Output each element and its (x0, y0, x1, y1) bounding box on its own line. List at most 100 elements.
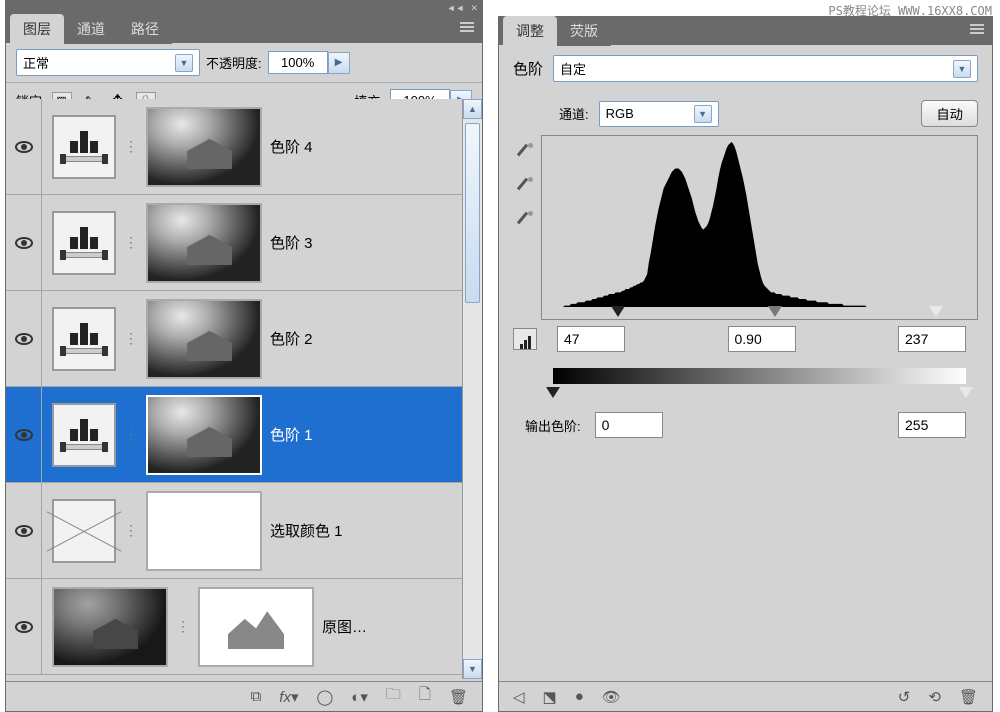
link-layers-icon[interactable]: ⧉ (251, 688, 262, 705)
visibility-icon[interactable]: 👁 (602, 688, 621, 706)
scroll-down-icon[interactable]: ▼ (463, 659, 482, 679)
panel-titlebar: ◄◄ ✕ (6, 1, 482, 15)
preset-select[interactable]: 自定 ▼ (553, 55, 978, 82)
levels-title: 色阶 (513, 58, 543, 79)
tab-adjust[interactable]: 调整 (503, 16, 557, 46)
back-icon[interactable]: ◁ (513, 688, 525, 706)
histogram-area (499, 131, 992, 320)
mask-thumbnail[interactable] (146, 203, 262, 283)
visibility-toggle-icon[interactable] (15, 333, 33, 345)
blend-mode-select[interactable]: 正常 ▼ (16, 49, 200, 76)
selective-color-adj-icon (52, 499, 116, 563)
watermark: PS教程论坛 WWW.16XX8.COM (828, 2, 992, 19)
scroll-thumb[interactable] (465, 123, 480, 303)
levels-header: 色阶 自定 ▼ (499, 45, 992, 92)
scrollbar[interactable]: ▲ ▼ (462, 99, 482, 679)
fx-icon[interactable]: fx▾ (279, 688, 298, 706)
layer-name-label[interactable]: 色阶 4 (270, 136, 313, 157)
eyedropper-black-icon[interactable] (513, 143, 533, 163)
tab-paths[interactable]: 路径 (118, 14, 172, 44)
new-layer-icon[interactable]: 🗋 (419, 684, 431, 709)
eyedropper-white-icon[interactable] (513, 211, 533, 231)
output-black-field[interactable] (595, 412, 663, 438)
input-gamma-field[interactable] (728, 326, 796, 352)
link-icon: ⋮ (124, 234, 138, 251)
mask-thumbnail[interactable] (146, 491, 262, 571)
chevron-down-icon: ▼ (175, 54, 193, 72)
visibility-toggle-icon[interactable] (15, 141, 33, 153)
collapse-icon[interactable]: ◄◄ (447, 3, 465, 13)
input-white-field[interactable] (898, 326, 966, 352)
output-white-field[interactable] (898, 412, 966, 438)
visibility-toggle-icon[interactable] (15, 621, 33, 633)
layer-name-label[interactable]: 色阶 2 (270, 328, 313, 349)
adjust-footer: ◁ ⬔ ● 👁 ↺ ⟲ 🗑 (499, 681, 992, 711)
mask-thumbnail[interactable] (146, 299, 262, 379)
blend-row: 正常 ▼ 不透明度: 100% ▶ (6, 43, 482, 83)
visibility-toggle-icon[interactable] (15, 429, 33, 441)
layer-name-label[interactable]: 原图… (322, 616, 367, 637)
link-icon: ⋮ (124, 426, 138, 443)
clip-warning-icon[interactable] (513, 328, 537, 350)
layers-list-area: ⋮ 色阶 4 ⋮ 色阶 3 ⋮色阶 2 ⋮ 色阶 1 ⋮ 选取颜色 1 ⋮ 原图… ▲ ▼ (6, 99, 482, 679)
layers-panel: ◄◄ ✕ 图层 通道 路径 正常 ▼ 不透明度: 100% ▶ 锁定: ▨ ✎ … (5, 0, 483, 712)
black-point-slider[interactable] (611, 306, 625, 317)
link-icon: ⋮ (124, 138, 138, 155)
expand-icon[interactable]: ⬔ (543, 688, 557, 706)
tab-layers[interactable]: 图层 (10, 14, 64, 44)
blend-mode-value: 正常 (23, 53, 49, 72)
layer-row[interactable]: ⋮ 原图… (6, 579, 462, 675)
layers-footer: ⧉ fx▾ ◯ ◐▾ 🗀 🗋 🗑 (6, 681, 482, 711)
opacity-flyout-icon[interactable]: ▶ (328, 52, 350, 74)
mask-icon[interactable]: ◯ (316, 688, 333, 706)
white-point-slider[interactable] (929, 306, 943, 317)
trash-icon[interactable]: 🗑 (959, 688, 978, 706)
layer-row[interactable]: ⋮色阶 2 (6, 291, 462, 387)
clip-icon[interactable]: ● (575, 688, 584, 706)
input-black-field[interactable] (557, 326, 625, 352)
output-black-slider[interactable] (546, 387, 560, 398)
channel-label: 通道: (559, 104, 589, 123)
channel-select[interactable]: RGB ▼ (599, 101, 719, 127)
layer-row[interactable]: ⋮ 色阶 1 (6, 387, 462, 483)
trash-icon[interactable]: 🗑 (449, 688, 468, 706)
link-icon: ⋮ (124, 522, 138, 539)
levels-adj-icon (52, 403, 116, 467)
visibility-toggle-icon[interactable] (15, 525, 33, 537)
channel-value: RGB (606, 106, 634, 121)
opacity-label: 不透明度: (206, 53, 262, 72)
adjust-tabs: 调整 荧版 (499, 17, 992, 45)
layer-thumbnail[interactable] (52, 587, 168, 667)
histogram (541, 135, 978, 320)
tab-channels[interactable]: 通道 (64, 14, 118, 44)
tab-masks[interactable]: 荧版 (557, 16, 611, 46)
prev-state-icon[interactable]: ↺ (898, 688, 911, 706)
mask-thumbnail[interactable] (146, 395, 262, 475)
output-gradient[interactable] (553, 368, 966, 384)
opacity-input[interactable]: 100% (268, 51, 328, 74)
mask-thumbnail[interactable] (146, 107, 262, 187)
mask-thumbnail[interactable] (198, 587, 314, 667)
layer-row[interactable]: ⋮ 色阶 4 (6, 99, 462, 195)
group-icon[interactable]: 🗀 (386, 684, 401, 709)
visibility-toggle-icon[interactable] (15, 237, 33, 249)
close-icon[interactable]: ✕ (470, 3, 478, 14)
panel-menu-icon[interactable] (460, 22, 474, 34)
adjustment-icon[interactable]: ◐▾ (351, 688, 368, 706)
layer-row[interactable]: ⋮ 色阶 3 (6, 195, 462, 291)
layer-name-label[interactable]: 色阶 3 (270, 232, 313, 253)
preset-value: 自定 (560, 59, 586, 78)
layer-name-label[interactable]: 色阶 1 (270, 424, 313, 445)
link-icon: ⋮ (176, 618, 190, 635)
eyedropper-gray-icon[interactable] (513, 177, 533, 197)
panel-menu-icon[interactable] (970, 24, 984, 36)
adjustments-panel: 调整 荧版 色阶 自定 ▼ 通道: RGB ▼ 自动 (498, 16, 993, 712)
output-white-slider[interactable] (959, 387, 973, 398)
reset-icon[interactable]: ⟲ (928, 688, 941, 706)
layer-row[interactable]: ⋮ 选取颜色 1 (6, 483, 462, 579)
layer-name-label[interactable]: 选取颜色 1 (270, 520, 343, 541)
layers-tabs: 图层 通道 路径 (6, 15, 482, 43)
gamma-slider[interactable] (768, 306, 782, 317)
auto-button[interactable]: 自动 (921, 100, 978, 127)
scroll-up-icon[interactable]: ▲ (463, 99, 482, 119)
